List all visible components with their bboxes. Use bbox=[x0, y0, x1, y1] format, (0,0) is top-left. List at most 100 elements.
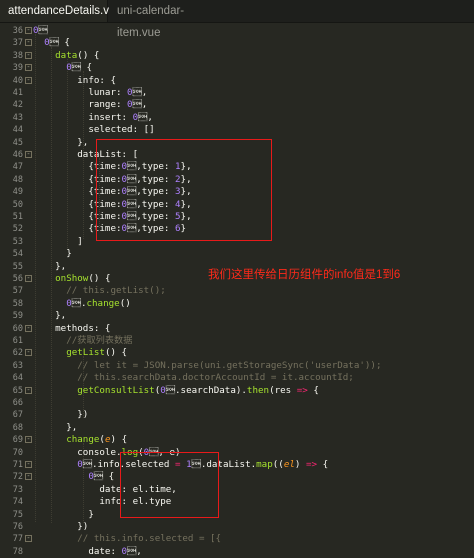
line-number: 57 bbox=[12, 286, 23, 297]
line-number: 66 bbox=[12, 398, 23, 408]
fold-toggle-icon[interactable]: - bbox=[25, 386, 32, 394]
code-line: 42 range: 0, bbox=[0, 99, 474, 111]
code-text: // let it = JSON.parse(uni.getStorageSyn… bbox=[33, 359, 382, 371]
code-line: 64 // this.searchData.doctorAccountId = … bbox=[0, 372, 474, 384]
line-number: 70 bbox=[12, 447, 23, 458]
code-text: // this.info.selected = [{ bbox=[33, 533, 222, 545]
line-number: 49 bbox=[12, 187, 23, 198]
code-line: 39- 0 { bbox=[0, 62, 474, 74]
line-number: 48 bbox=[12, 174, 23, 185]
code-line: 62- getList() { bbox=[0, 347, 474, 359]
code-text: info: { bbox=[33, 74, 116, 86]
line-number: 51 bbox=[12, 212, 23, 222]
fold-toggle-icon[interactable]: - bbox=[25, 473, 32, 481]
line-number: 39 bbox=[12, 63, 23, 74]
tab-attendance-details[interactable]: attendanceDetails.vue bbox=[0, 0, 122, 22]
code-line: 37- 0 { bbox=[0, 37, 474, 49]
line-number: 52 bbox=[12, 224, 23, 235]
fold-toggle-icon[interactable]: - bbox=[25, 64, 32, 72]
code-line: 67 }) bbox=[0, 409, 474, 421]
line-number: 71 bbox=[12, 460, 23, 470]
line-number: 60 bbox=[12, 323, 23, 334]
code-line: 78 date: 0, bbox=[0, 546, 474, 558]
line-number: 50 bbox=[12, 199, 23, 210]
code-line: 65- getConsultList(0.searchData).then(r… bbox=[0, 385, 474, 397]
code-line: 44 selected: [] bbox=[0, 124, 474, 136]
line-number: 58 bbox=[12, 298, 23, 309]
code-text: }) bbox=[33, 521, 89, 532]
return-highlight-box bbox=[120, 452, 219, 518]
line-number: 54 bbox=[12, 249, 23, 260]
code-text: // this.getList(); bbox=[33, 285, 166, 297]
fold-toggle-icon[interactable]: - bbox=[25, 349, 32, 357]
code-text: }, bbox=[33, 260, 67, 272]
code-text: 0 { bbox=[66, 62, 93, 74]
code-line: 75 } bbox=[0, 509, 474, 521]
annotation-text: 我们这里传给日历组件的info值是1到6 bbox=[208, 269, 401, 281]
code-line: 73 date: el.time, bbox=[0, 484, 474, 496]
line-number: 64 bbox=[12, 373, 23, 384]
line-number: 61 bbox=[12, 336, 23, 346]
code-text: }, bbox=[33, 136, 89, 148]
code-line: 41 lunar: 0, bbox=[0, 87, 474, 99]
code-text: range: 0, bbox=[33, 99, 148, 111]
code-text: getConsultList(0.searchData).then(res =… bbox=[77, 384, 319, 396]
code-text: 0.change() bbox=[66, 297, 131, 309]
code-text: selected: [] bbox=[33, 124, 155, 136]
code-text: change(e) { bbox=[66, 434, 128, 446]
line-number: 62 bbox=[12, 348, 23, 359]
fold-toggle-icon[interactable]: - bbox=[25, 151, 32, 158]
line-number: 37 bbox=[12, 38, 23, 49]
code-line: 57 // this.getList(); bbox=[0, 285, 474, 297]
fold-toggle-icon[interactable]: - bbox=[25, 27, 32, 34]
line-number: 69 bbox=[12, 435, 23, 446]
code-text: methods: { bbox=[33, 322, 111, 334]
line-number: 75 bbox=[12, 509, 23, 520]
code-line: 69- change(e) { bbox=[0, 434, 474, 446]
code-text: date: 0, bbox=[33, 545, 142, 557]
code-text: } bbox=[33, 508, 94, 520]
code-text: 0 bbox=[33, 25, 48, 36]
code-line: 71- 0.info.selected = 1.dataList.map((… bbox=[0, 459, 474, 471]
code-text: }) bbox=[33, 409, 89, 421]
fold-toggle-icon[interactable]: - bbox=[25, 76, 32, 84]
code-text: // this.searchData.doctorAccountId = it.… bbox=[33, 372, 354, 384]
code-line: 59 }, bbox=[0, 310, 474, 322]
line-number: 73 bbox=[12, 484, 23, 495]
fold-toggle-icon[interactable]: - bbox=[25, 324, 32, 332]
line-number: 46 bbox=[12, 150, 23, 160]
editor-tab-bar: attendanceDetails.vue uni-calendar-item.… bbox=[0, 0, 474, 39]
code-text: }, bbox=[33, 310, 67, 322]
fold-toggle-icon[interactable]: - bbox=[25, 275, 32, 282]
code-line: 38- data() { bbox=[0, 50, 474, 62]
fold-toggle-icon[interactable]: - bbox=[25, 461, 32, 468]
code-text: //获取列表数据 bbox=[33, 335, 133, 346]
tab-uni-calendar-item[interactable]: uni-calendar-item.vue bbox=[109, 0, 227, 39]
code-line: 68 }, bbox=[0, 422, 474, 434]
code-text: }, bbox=[33, 421, 78, 433]
fold-toggle-icon[interactable]: - bbox=[25, 535, 32, 543]
line-number: 53 bbox=[12, 236, 23, 247]
fold-toggle-icon[interactable]: - bbox=[25, 39, 32, 47]
code-text: ] bbox=[33, 235, 83, 247]
line-number: 40 bbox=[12, 75, 23, 86]
code-text: 0 { bbox=[44, 37, 70, 49]
code-line: 61 //获取列表数据 bbox=[0, 335, 474, 347]
datalist-highlight-box bbox=[96, 139, 272, 241]
line-number: 63 bbox=[12, 360, 23, 371]
code-line: 43 insert: 0, bbox=[0, 112, 474, 124]
code-line: 70 console.log(0, e) bbox=[0, 447, 474, 459]
line-number: 36 bbox=[12, 26, 23, 36]
fold-toggle-icon[interactable]: - bbox=[25, 51, 32, 59]
code-line: 58 0.change() bbox=[0, 298, 474, 310]
code-line: 40- info: { bbox=[0, 75, 474, 87]
code-line: 76 }) bbox=[0, 521, 474, 533]
code-line: 77- // this.info.selected = [{ bbox=[0, 533, 474, 545]
line-number: 38 bbox=[12, 50, 23, 61]
line-number: 45 bbox=[12, 137, 23, 148]
line-number: 74 bbox=[12, 497, 23, 508]
code-text: getList() { bbox=[66, 347, 128, 359]
fold-toggle-icon[interactable]: - bbox=[25, 436, 32, 444]
code-line: 60- methods: { bbox=[0, 323, 474, 335]
line-number: 56 bbox=[12, 274, 23, 284]
